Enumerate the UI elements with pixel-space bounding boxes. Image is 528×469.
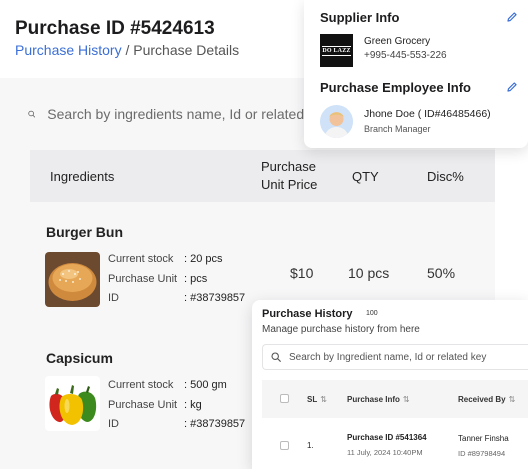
column-sl-label: SL [307, 394, 318, 404]
ingredient-meta: Current stock: 500 gm Purchase Unit: kg … [108, 376, 245, 435]
burger-bun-image [45, 252, 100, 307]
row-checkbox[interactable] [280, 441, 289, 450]
breadcrumb-purchase-history-link[interactable]: Purchase History [15, 42, 122, 58]
history-search-input[interactable]: Search by Ingredient name, Id or related… [262, 344, 528, 370]
row-purchase-date: 11 July, 2024 10:40PM [347, 448, 423, 457]
column-qty: QTY [352, 168, 379, 184]
breadcrumb: Purchase History / Purchase Details [15, 42, 239, 58]
column-received-by[interactable]: Received By ⇅ [458, 380, 515, 418]
search-placeholder: Search by ingredients name, Id or relate… [47, 106, 315, 122]
column-info-label: Purchase Info [347, 394, 400, 404]
supplier-info-title: Supplier Info [320, 10, 400, 25]
pencil-icon[interactable] [506, 81, 518, 93]
page-title: Purchase ID #5424613 [15, 18, 215, 39]
meta-label-unit: Purchase Unit [108, 272, 178, 285]
disc-cell: 50% [427, 265, 456, 281]
purchase-history-card: Purchase History 100 Manage purchase his… [252, 300, 528, 469]
sort-icon: ⇅ [402, 394, 410, 404]
meta-label-id: ID [108, 292, 119, 304]
sort-icon: ⇅ [508, 394, 516, 404]
meta-value-id: : #38739857 [184, 292, 246, 304]
column-price-line1: Purchase [261, 159, 316, 174]
ingredient-meta: Current stock : 20 pcs Purchase Unit : pcs… [108, 250, 245, 309]
breadcrumb-separator: / [121, 42, 134, 58]
meta-label-unit: Purchase Unit [108, 398, 178, 411]
search-icon [28, 110, 36, 118]
supplier-logo: DO LAZZ [320, 34, 353, 67]
history-search-placeholder: Search by Ingredient name, Id or related… [289, 351, 487, 363]
row-received-by: Tanner Finsha [458, 434, 509, 443]
supplier-logo-text: DO LAZZ [322, 45, 351, 56]
meta-value-id: : #38739857 [184, 418, 246, 430]
row-received-id: ID #89798494 [458, 449, 506, 458]
supplier-info-card: Supplier Info DO LAZZ Green Grocery +995… [304, 0, 528, 148]
ingredient-name: Capsicum [46, 350, 113, 366]
ingredients-table-header: Ingredients Purchase Unit Price QTY Disc… [30, 150, 495, 202]
meta-label-stock: Current stock [108, 379, 174, 391]
column-purchase-info[interactable]: Purchase Info ⇅ [347, 380, 410, 418]
row-purchase-id[interactable]: Purchase ID #541364 [347, 433, 427, 442]
ingredient-name: Burger Bun [46, 224, 123, 240]
employee-name: Jhone Doe ( ID#46485466) [364, 108, 491, 120]
unit-price-cell: $10 [290, 265, 314, 281]
select-all-checkbox[interactable] [280, 394, 289, 403]
supplier-phone: +995-445-553-226 [364, 50, 447, 61]
column-ingredients: Ingredients [50, 168, 115, 184]
sort-icon: ⇅ [320, 394, 327, 404]
meta-value-stock: : 500 gm [184, 379, 227, 391]
ingredient-search-input[interactable]: Search by ingredients name, Id or relate… [15, 95, 315, 133]
search-icon [271, 352, 281, 362]
column-price-line2: Unit Price [261, 177, 318, 192]
column-purchase-unit-price: Purchase Unit Price [261, 150, 317, 202]
supplier-name: Green Grocery [364, 36, 431, 47]
history-count-badge: 100 [366, 310, 378, 317]
column-received-label: Received By [458, 394, 506, 404]
history-title: Purchase History [262, 308, 353, 320]
meta-value-unit: : pcs [184, 272, 208, 285]
employee-role: Branch Manager [364, 124, 431, 134]
employee-avatar [320, 105, 353, 138]
breadcrumb-current: Purchase Details [133, 42, 240, 58]
meta-label-id: ID [108, 418, 119, 430]
meta-value-stock: : 20 pcs [184, 253, 223, 265]
capsicum-image [45, 376, 100, 431]
qty-cell: 10 pcs [348, 265, 390, 281]
pencil-icon[interactable] [506, 11, 518, 23]
employee-info-title: Purchase Employee Info [320, 80, 471, 95]
meta-value-unit: : kg [184, 398, 202, 411]
history-subtitle: Manage purchase history from here [262, 324, 420, 335]
row-sl: 1. [307, 441, 314, 450]
column-sl[interactable]: SL ⇅ [307, 380, 327, 418]
meta-label-stock: Current stock [108, 253, 174, 265]
history-table-header: SL ⇅ Purchase Info ⇅ Received By ⇅ [262, 380, 528, 418]
column-disc: Disc% [427, 168, 464, 184]
